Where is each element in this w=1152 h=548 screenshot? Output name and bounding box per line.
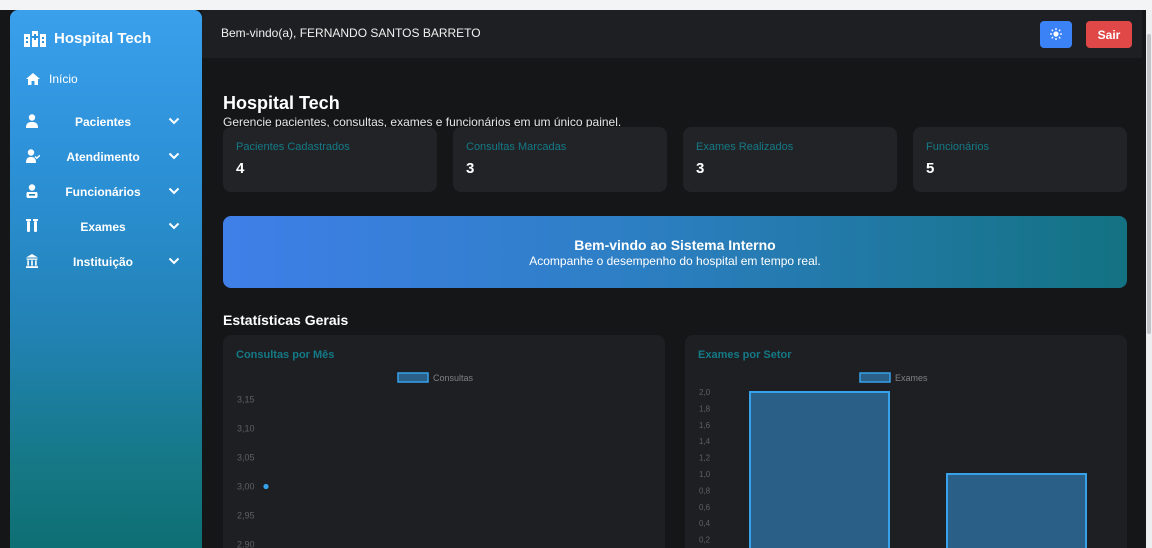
bar — [749, 391, 890, 548]
y-tick-label: 0,4 — [699, 519, 711, 528]
chevron-down-icon[interactable] — [168, 116, 180, 126]
legend-swatch — [859, 372, 891, 383]
main-content: Bem-vindo(a), FERNANDO SANTOS BARRETO Sa… — [202, 10, 1142, 548]
brand-name: Hospital Tech — [54, 30, 152, 47]
user-check-icon — [26, 149, 40, 163]
chevron-down-icon[interactable] — [168, 151, 180, 161]
stat-card-consultas: Consultas Marcadas 3 — [453, 127, 667, 192]
stat-value: 4 — [236, 160, 245, 177]
legend-swatch — [397, 372, 429, 383]
window-top-strip — [0, 0, 1152, 10]
page-scrollbar[interactable] — [1146, 10, 1152, 548]
sidebar-item-atendimento[interactable]: Atendimento — [10, 139, 202, 174]
stat-value: 3 — [466, 160, 475, 177]
sun-icon — [1050, 28, 1062, 40]
stat-label: Exames Realizados — [696, 141, 794, 153]
sidebar-menu: Pacientes Atendimento Funcionários Exame… — [10, 104, 202, 279]
y-tick-label: 0,2 — [699, 536, 711, 545]
y-tick-label: 2,0 — [699, 388, 711, 397]
line-chart-consultas: Consultas 3,15 3,10 3,05 3,00 2,95 2,90 — [237, 372, 474, 548]
y-tick-label: 2,95 — [237, 510, 255, 520]
stat-label: Pacientes Cadastrados — [236, 141, 350, 153]
vials-icon — [26, 219, 38, 232]
y-tick-label: 1,4 — [699, 437, 711, 446]
sidebar: Hospital Tech Início Pacientes Atendimen… — [10, 10, 202, 548]
logout-button[interactable]: Sair — [1086, 21, 1132, 48]
chart-card-consultas: Consultas por Mês Consultas 3,15 3,10 3,05 3… — [223, 335, 665, 548]
section-title: Estatísticas Gerais — [223, 312, 349, 328]
y-tick-label: 3,00 — [237, 481, 255, 491]
sidebar-item-label: Início — [49, 72, 78, 86]
sidebar-item-label: Atendimento — [66, 149, 140, 164]
stat-label: Funcionários — [926, 141, 989, 153]
stat-card-funcionarios: Funcionários 5 — [913, 127, 1127, 192]
top-bar: Bem-vindo(a), FERNANDO SANTOS BARRETO Sa… — [202, 10, 1142, 58]
stat-value: 5 — [926, 160, 935, 177]
stat-card-exames: Exames Realizados 3 — [683, 127, 897, 192]
bar-chart-exames: Exames 2,0 1,8 1,6 1,4 1,2 1,0 0,8 0,6 0,4 0,2 — [699, 372, 1087, 548]
stat-label: Consultas Marcadas — [466, 141, 567, 153]
page-title: Hospital Tech — [223, 93, 340, 113]
chart-card-exames: Exames por Setor Exames 2,0 1,8 1,6 1,4 1,2 1,… — [685, 335, 1127, 548]
sidebar-item-pacientes[interactable]: Pacientes — [10, 104, 202, 139]
welcome-banner: Bem-vindo ao Sistema Interno Acompanhe o… — [223, 216, 1127, 288]
stat-card-pacientes: Pacientes Cadastrados 4 — [223, 127, 437, 192]
sidebar-item-label: Pacientes — [74, 114, 132, 129]
y-tick-label: 1,2 — [699, 454, 711, 463]
y-tick-label: 0,6 — [699, 503, 711, 512]
legend-label: Exames — [895, 373, 928, 383]
chevron-down-icon[interactable] — [168, 256, 180, 266]
sidebar-item-exames[interactable]: Exames — [10, 209, 202, 244]
y-tick-label: 1,6 — [699, 421, 711, 430]
sidebar-item-instituicao[interactable]: Instituição — [10, 244, 202, 279]
sidebar-item-inicio[interactable]: Início — [26, 72, 78, 86]
brand[interactable]: Hospital Tech — [24, 30, 151, 47]
y-tick-label: 1,8 — [699, 404, 711, 413]
y-tick-label: 3,10 — [237, 424, 255, 434]
y-tick-label: 3,15 — [237, 395, 255, 405]
welcome-text: Bem-vindo(a), FERNANDO SANTOS BARRETO — [221, 26, 481, 40]
y-tick-label: 1,0 — [699, 470, 711, 479]
banner-subtitle: Acompanhe o desempenho do hospital em te… — [529, 254, 821, 268]
sidebar-item-label: Funcionários — [65, 184, 141, 199]
id-badge-icon — [26, 184, 38, 198]
theme-toggle-button[interactable] — [1040, 21, 1072, 48]
hospital-logo-icon — [24, 30, 46, 47]
banner-title: Bem-vindo ao Sistema Interno — [574, 237, 776, 253]
user-icon — [26, 114, 38, 128]
legend-label: Consultas — [433, 373, 474, 383]
home-icon — [26, 73, 40, 85]
y-tick-label: 0,8 — [699, 486, 711, 495]
data-point — [263, 483, 269, 490]
sidebar-item-label: Instituição — [72, 254, 133, 269]
bank-icon — [26, 254, 38, 268]
scrollbar-thumb[interactable] — [1147, 34, 1151, 334]
y-tick-label: 2,90 — [237, 539, 255, 548]
chevron-down-icon[interactable] — [168, 221, 180, 231]
chevron-down-icon[interactable] — [168, 186, 180, 196]
y-tick-label: 3,05 — [237, 453, 255, 463]
bar — [946, 473, 1087, 548]
stat-value: 3 — [696, 160, 705, 177]
sidebar-item-funcionarios[interactable]: Funcionários — [10, 174, 202, 209]
sidebar-item-label: Exames — [80, 219, 126, 234]
